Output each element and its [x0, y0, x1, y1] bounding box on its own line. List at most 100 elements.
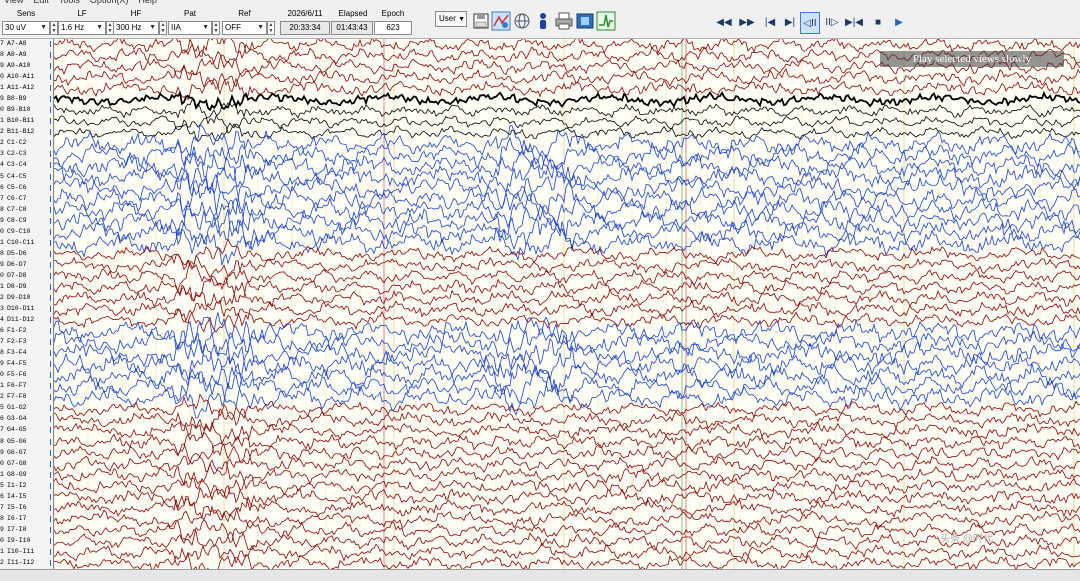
report-icon[interactable]: [574, 10, 596, 32]
stop-icon[interactable]: ■: [868, 12, 888, 34]
hf-spinner[interactable]: ▲ ▼: [159, 21, 167, 35]
chevron-down-icon: ▼: [40, 24, 47, 31]
eeg-waveform-panel[interactable]: [54, 39, 1080, 569]
hf-select[interactable]: 300 Hz ▼: [113, 21, 159, 35]
channel-row[interactable]: 9 G6-G7: [0, 449, 53, 457]
channel-row[interactable]: 7 A7-A8: [0, 40, 53, 48]
channel-row[interactable]: 2 B11-B12: [0, 128, 53, 136]
channel-row[interactable]: 1 D8-D9: [0, 283, 53, 291]
eeg-trace-g1-g2: [54, 393, 1080, 427]
channel-row[interactable]: 9 I7-I8: [0, 526, 53, 534]
print-icon[interactable]: [553, 10, 575, 32]
channel-row[interactable]: 6 I4-I5: [0, 493, 53, 501]
skip-start-icon[interactable]: |◀: [760, 12, 780, 34]
channel-row[interactable]: 8 C7-C8: [0, 206, 53, 214]
save-icon[interactable]: [470, 10, 492, 32]
menu-item-optionx[interactable]: Option(X): [90, 0, 129, 5]
channel-row[interactable]: 3 C2-C3: [0, 150, 53, 158]
scale-marker-icon: [50, 328, 53, 335]
spike-icon[interactable]: [595, 10, 617, 32]
skip-end-icon[interactable]: ▶|: [780, 12, 800, 34]
user-dropdown[interactable]: User ▼: [435, 11, 467, 27]
channel-row[interactable]: 6 F1-F2: [0, 327, 53, 335]
scale-marker-icon: [50, 118, 53, 125]
channel-index: 1: [0, 238, 4, 246]
channel-row[interactable]: 6 C5-C6: [0, 184, 53, 192]
channel-index: 3: [0, 305, 4, 312]
ref-value: OFF: [225, 23, 241, 32]
eeg-trace-f1-f2: [54, 312, 1080, 353]
channel-index: 9: [0, 525, 4, 533]
channel-row[interactable]: 1 F6-F7: [0, 382, 53, 390]
menu-item-help[interactable]: Help: [138, 0, 157, 5]
lf-select[interactable]: 1.6 Hz ▼: [58, 21, 106, 35]
channel-row[interactable]: 0 C9-C10: [0, 228, 53, 236]
channel-row[interactable]: 7 G4-G5: [0, 426, 53, 434]
forward-fast-icon[interactable]: ▶▶: [737, 12, 757, 34]
channel-row[interactable]: 8 F3-F4: [0, 349, 53, 357]
channel-row[interactable]: 2 I11-I12: [0, 559, 53, 567]
channel-row[interactable]: 5 G1-G2: [0, 404, 53, 412]
channel-row[interactable]: 8 G5-G6: [0, 438, 53, 446]
menu-item-edit[interactable]: Edit: [33, 0, 49, 5]
pat-select[interactable]: IIA ▼: [168, 21, 212, 35]
person-icon[interactable]: [532, 10, 554, 32]
channel-row[interactable]: 9 C8-C9: [0, 217, 53, 225]
globe-icon[interactable]: [511, 10, 533, 32]
scale-marker-icon: [50, 449, 53, 456]
channel-row[interactable]: 9 B8-B9: [0, 95, 53, 103]
channel-row[interactable]: 1 C10-C11: [0, 239, 53, 247]
channel-row[interactable]: 4 D11-D12: [0, 316, 53, 324]
channel-row[interactable]: 8 I6-I7: [0, 515, 53, 523]
channel-row[interactable]: 0 F5-F6: [0, 371, 53, 379]
channel-index: 5: [0, 481, 4, 489]
channel-row[interactable]: 9 A9-A10: [0, 62, 53, 70]
channel-row[interactable]: 4 C3-C4: [0, 161, 53, 169]
channel-row[interactable]: 8 A8-A9: [0, 51, 53, 59]
channel-row[interactable]: 5 I1-I2: [0, 482, 53, 490]
eeg-trace-i6-i7: [54, 505, 1080, 530]
menu-item-view[interactable]: View: [4, 0, 23, 5]
channel-row[interactable]: 7 F2-F3: [0, 338, 53, 346]
channel-row[interactable]: 5 C4-C5: [0, 173, 53, 181]
channel-row[interactable]: 9 D6-D7: [0, 261, 53, 269]
ref-select[interactable]: OFF ▼: [222, 21, 267, 35]
sens-spinner[interactable]: ▲ ▼: [50, 21, 58, 35]
menu-item-tools[interactable]: Tools: [59, 0, 80, 5]
scale-marker-icon: [50, 283, 53, 290]
channel-row[interactable]: 9 F4-F5: [0, 360, 53, 368]
channel-label: B10-B11: [7, 117, 35, 125]
step-back-icon[interactable]: ◁II: [800, 12, 820, 34]
channel-row[interactable]: 0 D7-D8: [0, 272, 53, 280]
channel-row[interactable]: 2 D9-D10: [0, 294, 53, 302]
channel-row[interactable]: 1 A11-A12: [0, 84, 53, 92]
rewind-fast-icon[interactable]: ◀◀: [714, 12, 734, 34]
channel-row[interactable]: 0 A10-A11: [0, 73, 53, 81]
channel-row[interactable]: 0 G7-G8: [0, 460, 53, 468]
ref-spinner[interactable]: ▲ ▼: [267, 21, 275, 35]
channel-row[interactable]: 6 G3-G4: [0, 415, 53, 423]
channel-row[interactable]: 7 C6-C7: [0, 195, 53, 203]
channel-row[interactable]: 1 B10-B11: [0, 117, 53, 125]
channel-label: I5-I6: [7, 503, 27, 511]
play-icon[interactable]: ▶: [889, 12, 909, 34]
scale-marker-icon: [50, 96, 53, 103]
eeg-trace-c2-c3: [54, 130, 1080, 178]
channel-row[interactable]: 3 D10-D11: [0, 305, 53, 313]
channel-row[interactable]: 8 D5-D6: [0, 250, 53, 258]
compress-icon[interactable]: ▶|◀: [844, 12, 864, 34]
channel-row[interactable]: 0 I9-I10: [0, 537, 53, 545]
montage-icon[interactable]: [490, 10, 512, 32]
channel-row[interactable]: 1 G8-G9: [0, 471, 53, 479]
pat-spinner[interactable]: ▲ ▼: [212, 21, 220, 35]
scale-marker-icon: [50, 339, 53, 346]
epoch-display[interactable]: 623: [374, 21, 412, 35]
channel-row[interactable]: 7 I5-I6: [0, 504, 53, 512]
step-forward-icon[interactable]: II▷: [822, 12, 842, 34]
channel-row[interactable]: 1 I10-I11: [0, 548, 53, 556]
scale-marker-icon: [50, 427, 53, 434]
channel-row[interactable]: 2 C1-C2: [0, 139, 53, 147]
channel-row[interactable]: 0 B9-B10: [0, 106, 53, 114]
sens-select[interactable]: 30 uV ▼: [2, 21, 50, 35]
channel-row[interactable]: 2 F7-F8: [0, 393, 53, 401]
